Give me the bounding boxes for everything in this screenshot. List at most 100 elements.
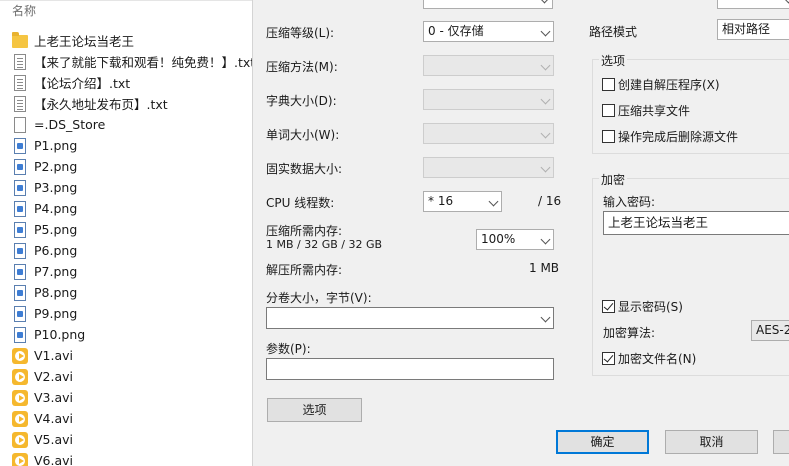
image-file-icon: [14, 326, 26, 343]
file-item[interactable]: P9.png: [12, 303, 77, 324]
compress-shared-checkbox[interactable]: 压缩共享文件: [602, 102, 690, 118]
checkbox-box[interactable]: [602, 351, 615, 365]
checkbox-box[interactable]: [602, 77, 615, 91]
file-name: 上老王论坛当老王: [34, 34, 135, 49]
chevron-down-icon: [540, 312, 551, 323]
compress-mem-percent-select[interactable]: 100%: [476, 229, 554, 250]
file-item[interactable]: P10.png: [12, 324, 85, 345]
delete-after-checkbox[interactable]: 操作完成后删除源文件: [602, 128, 738, 144]
file-name: P8.png: [34, 285, 78, 300]
archive-format-combo[interactable]: [423, 0, 553, 9]
compress-method-label: 压缩方法(M):: [266, 60, 338, 74]
compress-level-label: 压缩等级(L):: [266, 26, 335, 40]
file-item[interactable]: 【永久地址发布页】.txt: [12, 93, 168, 114]
file-item[interactable]: V6.avi: [12, 450, 73, 466]
cancel-button[interactable]: 取消: [665, 430, 758, 454]
dict-size-label: 字典大小(D):: [266, 94, 337, 108]
file-item[interactable]: P5.png: [12, 219, 77, 240]
file-item[interactable]: 【来了就能下载和观看！纯免费！】.txt: [12, 51, 252, 72]
video-file-icon: [12, 389, 28, 406]
file-name: P10.png: [34, 327, 86, 342]
chevron-down-icon: [540, 94, 551, 105]
cpu-threads-label: CPU 线程数:: [266, 196, 335, 210]
show-password-checkbox[interactable]: 显示密码(S): [602, 298, 683, 314]
image-file-icon: [14, 263, 26, 280]
image-file-icon: [14, 284, 26, 301]
checkbox-label: 加密文件名(N): [618, 351, 697, 366]
checkbox-label: 操作完成后删除源文件: [618, 129, 739, 144]
params-label: 参数(P):: [266, 342, 311, 356]
compress-method-select[interactable]: [423, 55, 554, 76]
file-item[interactable]: =.DS_Store: [12, 114, 105, 135]
file-item[interactable]: P8.png: [12, 282, 77, 303]
file-item[interactable]: P4.png: [12, 198, 77, 219]
file-name: =.DS_Store: [34, 117, 106, 132]
cpu-threads-max: / 16: [538, 194, 562, 208]
encryption-group-title: 加密: [599, 171, 628, 188]
text-file-icon: [14, 74, 26, 91]
checkbox-label: 创建自解压程序(X): [618, 77, 720, 92]
image-file-icon: [14, 137, 26, 154]
file-item[interactable]: V4.avi: [12, 408, 73, 429]
chevron-down-icon: [540, 26, 551, 37]
checkbox-box[interactable]: [602, 129, 615, 143]
ok-button[interactable]: 确定: [556, 430, 649, 454]
encrypt-names-checkbox[interactable]: 加密文件名(N): [602, 350, 696, 366]
chevron-down-icon: [540, 60, 551, 71]
decompress-mem-value: 1 MB: [529, 261, 560, 275]
file-item[interactable]: V2.avi: [12, 366, 73, 387]
params-input[interactable]: [266, 358, 554, 380]
path-mode-select[interactable]: 相对路径: [717, 19, 789, 40]
file-name: V3.avi: [34, 390, 74, 405]
file-item[interactable]: 上老王论坛当老王: [12, 30, 134, 51]
file-name: V6.avi: [34, 453, 74, 466]
password-input[interactable]: 上老王论坛当老王: [603, 211, 789, 235]
file-name: V2.avi: [34, 369, 74, 384]
file-item[interactable]: V5.avi: [12, 429, 73, 450]
options-button[interactable]: 选项: [267, 398, 362, 422]
file-explorer-pane: 名称 上老王论坛当老王【来了就能下载和观看！纯免费！】.txt 【论坛介绍】.tx…: [0, 0, 252, 466]
video-file-icon: [12, 431, 28, 448]
file-name: P1.png: [34, 138, 78, 153]
compress-level-select[interactable]: 0 - 仅存储: [423, 21, 554, 42]
help-button[interactable]: [773, 430, 789, 454]
dict-size-select[interactable]: [423, 89, 554, 110]
compress-mem-value: 1 MB / 32 GB / 32 GB: [266, 238, 383, 251]
volume-size-label: 分卷大小，字节(V):: [266, 291, 372, 305]
image-file-icon: [14, 305, 26, 322]
video-file-icon: [12, 347, 28, 364]
image-file-icon: [14, 158, 26, 175]
file-item[interactable]: P3.png: [12, 177, 77, 198]
cpu-threads-select[interactable]: * 16: [423, 191, 502, 212]
file-item[interactable]: P2.png: [12, 156, 77, 177]
name-column-header[interactable]: 名称: [12, 2, 36, 19]
chevron-down-icon: [540, 128, 551, 139]
word-size-select[interactable]: [423, 123, 554, 144]
solid-size-select[interactable]: [423, 157, 554, 178]
file-item[interactable]: P7.png: [12, 261, 77, 282]
path-mode-label: 路径模式: [589, 25, 638, 39]
file-item[interactable]: V3.avi: [12, 387, 73, 408]
enc-method-select[interactable]: AES-256: [751, 320, 789, 341]
file-item[interactable]: V1.avi: [12, 345, 73, 366]
checkbox-label: 压缩共享文件: [618, 103, 691, 118]
checkbox-box[interactable]: [602, 299, 615, 313]
file-item[interactable]: 【论坛介绍】.txt: [12, 72, 130, 93]
file-name: V1.avi: [34, 348, 74, 363]
create-sfx-checkbox[interactable]: 创建自解压程序(X): [602, 76, 720, 92]
volume-size-combo[interactable]: [266, 307, 554, 329]
file-item[interactable]: P1.png: [12, 135, 77, 156]
options-group-title: 选项: [599, 52, 628, 69]
file-name: V5.avi: [34, 432, 74, 447]
image-file-icon: [14, 242, 26, 259]
add-to-archive-dialog: 压缩等级(L): 0 - 仅存储 压缩方法(M): 字典大小(D): 单词大小(…: [252, 0, 789, 466]
blank-file-icon: [14, 116, 26, 133]
chevron-down-icon: [488, 196, 499, 207]
update-mode-combo[interactable]: [717, 0, 789, 9]
chevron-down-icon: [540, 234, 551, 245]
file-item[interactable]: P6.png: [12, 240, 77, 261]
video-file-icon: [12, 452, 28, 466]
file-name: P3.png: [34, 180, 78, 195]
checkbox-box[interactable]: [602, 103, 615, 117]
image-file-icon: [14, 200, 26, 217]
